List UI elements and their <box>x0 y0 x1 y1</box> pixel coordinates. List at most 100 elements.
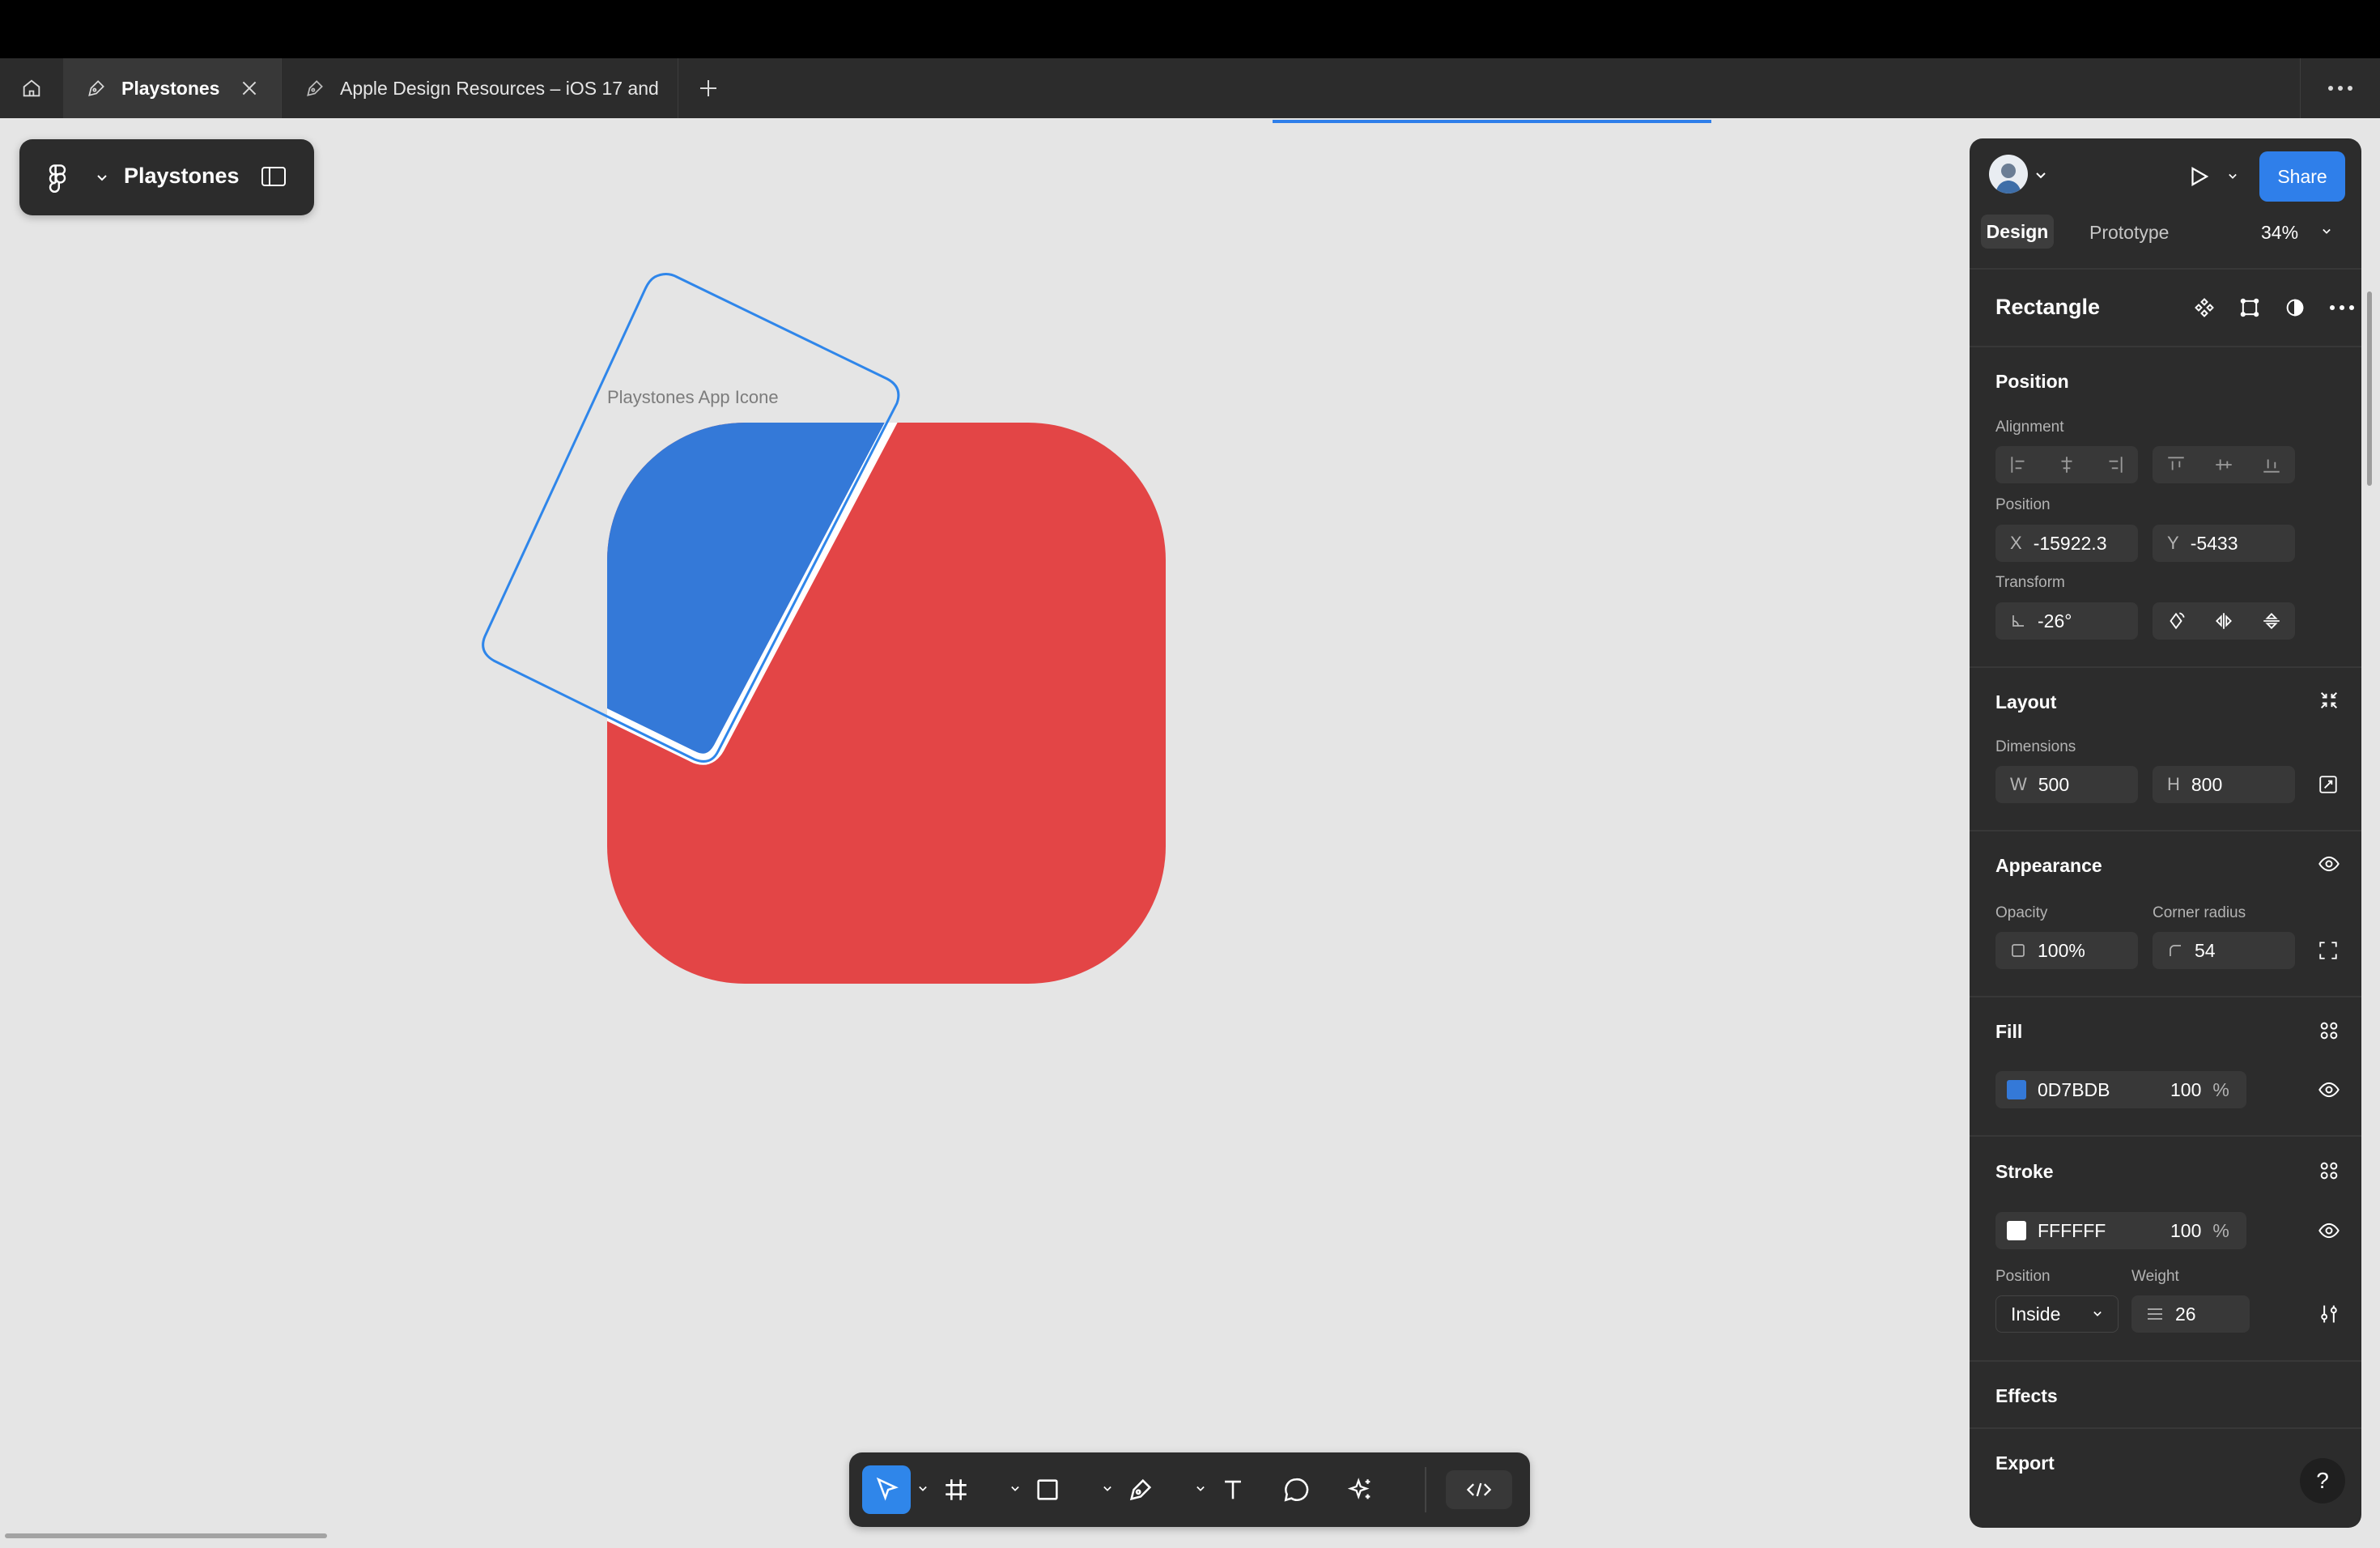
sidebar-toggle-icon[interactable] <box>261 165 287 188</box>
y-position-field[interactable]: Y -5433 <box>2153 525 2295 562</box>
fill-opacity[interactable]: 100 <box>2170 1079 2201 1101</box>
rotation-field[interactable]: -26° <box>1995 602 2138 640</box>
frame-label[interactable]: Playstones App Icone <box>607 387 779 408</box>
shape-tool[interactable] <box>1023 1465 1072 1514</box>
move-tool[interactable] <box>862 1465 911 1514</box>
figma-logo-icon[interactable] <box>45 164 70 193</box>
align-top-icon[interactable] <box>2165 454 2187 475</box>
stroke-weight-field[interactable]: 26 <box>2131 1295 2250 1333</box>
flip-horizontal-icon[interactable] <box>2213 610 2234 632</box>
eye-icon[interactable] <box>2318 853 2340 875</box>
chevron-down-icon[interactable] <box>1195 1485 1206 1493</box>
stroke-position-select[interactable]: Inside <box>1995 1295 2119 1333</box>
section-effects-title: Effects <box>1995 1385 2058 1406</box>
flip-vertical-icon[interactable] <box>2261 610 2282 632</box>
dev-mode-toggle[interactable] <box>1446 1470 1512 1509</box>
stroke-settings-icon[interactable] <box>2318 1303 2340 1325</box>
y-value[interactable]: -5433 <box>2191 533 2238 555</box>
align-center-horizontal-icon[interactable] <box>2056 454 2077 475</box>
stroke-position-value: Inside <box>2011 1303 2061 1325</box>
stroke-color-field[interactable]: FFFFFF 100 % <box>1995 1212 2246 1249</box>
frame-tool[interactable] <box>932 1465 980 1514</box>
layer-type-title: Rectangle <box>1995 295 2101 319</box>
section-stroke-title: Stroke <box>1995 1161 2054 1182</box>
boolean-icon[interactable] <box>2284 296 2306 319</box>
actions-tool[interactable] <box>1337 1465 1385 1514</box>
chevron-down-icon[interactable] <box>2227 172 2238 181</box>
corner-radius-icon <box>2167 942 2183 959</box>
opacity-value[interactable]: 100% <box>2038 940 2085 962</box>
code-icon <box>1466 1482 1492 1497</box>
text-tool[interactable] <box>1209 1465 1257 1514</box>
chevron-down-icon[interactable] <box>2034 171 2047 181</box>
align-right-icon[interactable] <box>2104 454 2125 475</box>
chevron-down-icon[interactable] <box>96 173 108 183</box>
divider <box>1970 268 2361 270</box>
sparkle-icon <box>1347 1478 1371 1499</box>
fill-swatch[interactable] <box>2007 1080 2026 1099</box>
x-value[interactable]: -15922.3 <box>2034 533 2107 555</box>
height-field[interactable]: H 800 <box>2153 766 2295 803</box>
text-icon <box>1225 1480 1241 1499</box>
play-icon[interactable] <box>2187 164 2211 189</box>
avatar[interactable] <box>1989 155 2028 194</box>
align-left-icon[interactable] <box>2008 454 2029 475</box>
stroke-weight-value[interactable]: 26 <box>2175 1303 2196 1325</box>
component-icon[interactable] <box>2193 296 2216 319</box>
file-name[interactable]: Playstones <box>124 164 240 189</box>
more-horizontal-icon[interactable] <box>2329 304 2355 311</box>
divider <box>1970 1135 2361 1137</box>
horizontal-scrollbar[interactable] <box>5 1533 327 1538</box>
stroke-opacity[interactable]: 100 <box>2170 1220 2201 1242</box>
corner-radius-field[interactable]: 54 <box>2153 932 2295 969</box>
divider <box>1970 1427 2361 1429</box>
x-prefix: X <box>2010 533 2022 553</box>
corner-radius-value[interactable]: 54 <box>2195 940 2216 962</box>
stroke-hex[interactable]: FFFFFF <box>2038 1220 2165 1242</box>
vertical-alignment-group <box>2153 446 2295 483</box>
fill-hex[interactable]: 0D7BDB <box>2038 1079 2165 1101</box>
eye-icon[interactable] <box>2318 1219 2340 1242</box>
constrain-proportions-icon[interactable] <box>2318 774 2339 795</box>
rotation-value[interactable]: -26° <box>2038 610 2072 632</box>
stroke-swatch[interactable] <box>2007 1221 2026 1240</box>
eye-icon[interactable] <box>2318 1078 2340 1101</box>
styles-grid-icon[interactable] <box>2318 1019 2340 1042</box>
divider <box>1970 996 2361 997</box>
share-button[interactable]: Share <box>2259 151 2345 202</box>
pen-tool[interactable] <box>1116 1465 1165 1514</box>
h-prefix: H <box>2167 774 2180 794</box>
zoom-level[interactable]: 34% <box>2261 222 2298 244</box>
vertical-scrollbar[interactable] <box>2367 291 2372 486</box>
tab-prototype[interactable]: Prototype <box>2089 222 2169 244</box>
chevron-down-icon[interactable] <box>2321 228 2332 236</box>
mask-icon[interactable] <box>2238 296 2261 319</box>
independent-corners-icon[interactable] <box>2318 940 2339 961</box>
square-icon <box>1037 1479 1058 1500</box>
transform-label: Transform <box>1995 574 2065 591</box>
stroke-position-label: Position <box>1995 1268 2051 1285</box>
chevron-down-icon[interactable] <box>1009 1485 1021 1493</box>
divider <box>1970 666 2361 668</box>
help-button[interactable]: ? <box>2300 1458 2345 1503</box>
tab-design[interactable]: Design <box>1981 215 2054 249</box>
horizontal-alignment-group <box>1995 446 2138 483</box>
transform-actions-group <box>2153 602 2295 640</box>
chevron-down-icon[interactable] <box>917 1485 929 1493</box>
fill-color-field[interactable]: 0D7BDB 100 % <box>1995 1071 2246 1108</box>
comment-tool[interactable] <box>1272 1465 1320 1514</box>
width-value[interactable]: 500 <box>2038 774 2069 796</box>
height-value[interactable]: 800 <box>2191 774 2222 796</box>
styles-grid-icon[interactable] <box>2318 1159 2340 1182</box>
align-center-vertical-icon[interactable] <box>2213 454 2234 475</box>
rotate-90-icon[interactable] <box>2165 610 2187 632</box>
chevron-down-icon[interactable] <box>1102 1485 1113 1493</box>
x-position-field[interactable]: X -15922.3 <box>1995 525 2138 562</box>
divider <box>1970 346 2361 347</box>
collapse-arrows-icon[interactable] <box>2318 689 2340 712</box>
width-field[interactable]: W 500 <box>1995 766 2138 803</box>
align-bottom-icon[interactable] <box>2261 454 2282 475</box>
stroke-opacity-unit: % <box>2212 1219 2229 1241</box>
divider <box>1970 1360 2361 1362</box>
opacity-field[interactable]: 100% <box>1995 932 2138 969</box>
